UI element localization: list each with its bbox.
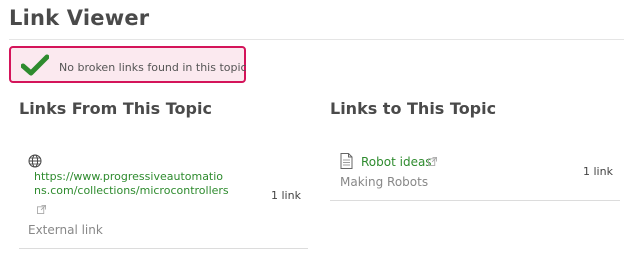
external-link-url[interactable]: https://www.progressiveautomations.com/c… — [34, 170, 229, 198]
link-type-label: External link — [28, 223, 103, 237]
page-title: Link Viewer — [9, 6, 150, 30]
external-link-icon[interactable] — [37, 205, 46, 214]
title-divider — [9, 39, 624, 40]
links-from-divider — [19, 248, 308, 249]
link-count: 1 link — [271, 189, 301, 202]
incoming-link-count: 1 link — [583, 165, 613, 178]
status-message: No broken links found in this topic — [59, 61, 247, 74]
links-from-heading: Links From This Topic — [19, 99, 212, 118]
incoming-link-subtitle: Making Robots — [340, 175, 429, 189]
external-link-icon[interactable] — [428, 157, 437, 166]
links-to-heading: Links to This Topic — [330, 99, 497, 118]
document-icon — [340, 153, 353, 169]
incoming-link-title[interactable]: Robot ideas — [361, 155, 432, 169]
globe-icon — [28, 154, 42, 168]
status-alert: No broken links found in this topic — [9, 46, 247, 83]
check-icon — [21, 54, 49, 76]
links-to-divider — [330, 200, 620, 201]
